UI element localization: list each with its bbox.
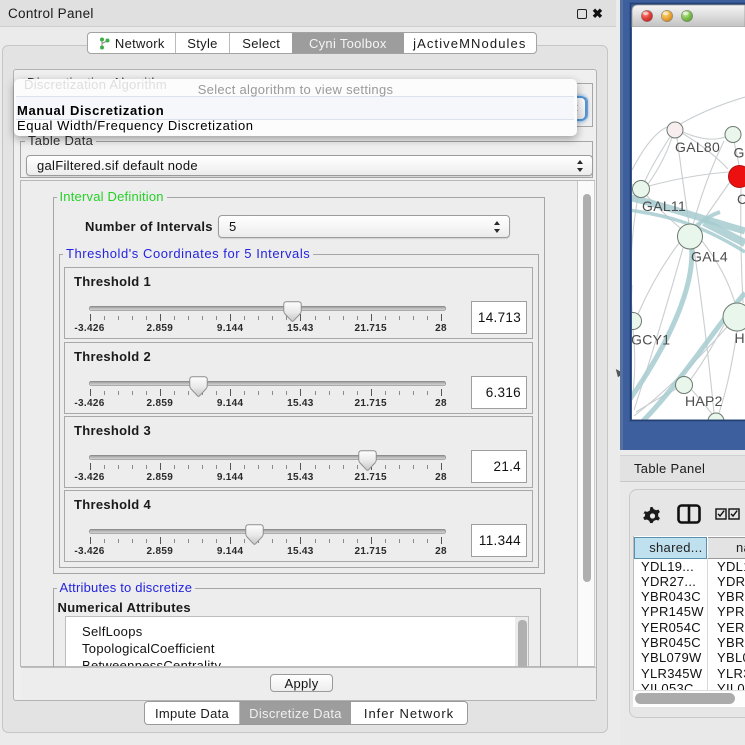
svg-text:G.: G. — [734, 145, 745, 161]
svg-text:GCY1: GCY1 — [631, 332, 670, 348]
svg-text:GAL4: GAL4 — [691, 249, 728, 265]
svg-text:GAL11: GAL11 — [642, 198, 686, 214]
svg-text:HAP2: HAP2 — [685, 393, 723, 409]
svg-text:H: H — [735, 330, 745, 346]
svg-text:C: C — [737, 191, 745, 207]
svg-text:GAL80: GAL80 — [675, 139, 720, 155]
